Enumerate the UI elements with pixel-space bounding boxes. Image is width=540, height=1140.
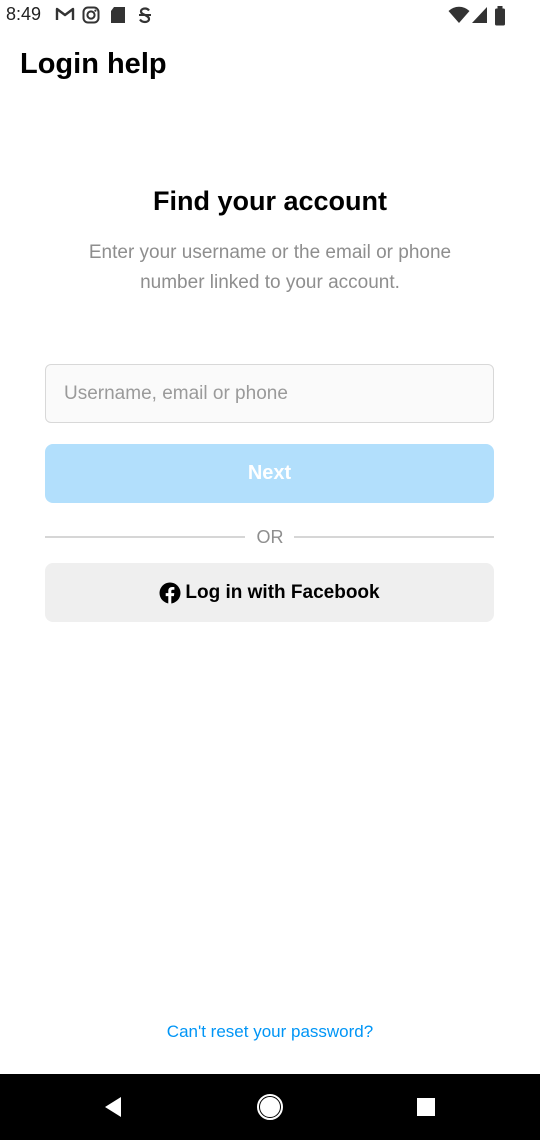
status-bar: 8:49 xyxy=(0,0,540,32)
facebook-button-label: Log in with Facebook xyxy=(185,581,380,603)
battery-icon xyxy=(494,6,506,31)
wifi-icon xyxy=(448,6,470,29)
username-email-phone-input[interactable] xyxy=(46,365,493,422)
facebook-icon xyxy=(159,582,181,604)
sd-card-icon xyxy=(110,6,126,29)
page-title: Login help xyxy=(20,48,167,80)
facebook-login-button[interactable]: Log in with Facebook xyxy=(45,563,494,622)
username-field-container xyxy=(45,364,494,423)
store-icon xyxy=(137,6,153,29)
gmail-icon xyxy=(55,6,75,27)
cant-reset-password-link[interactable]: Can't reset your password? xyxy=(0,1022,540,1042)
divider-line-left xyxy=(45,536,245,538)
status-time: 8:49 xyxy=(6,4,42,24)
recents-icon[interactable] xyxy=(386,1074,466,1140)
next-button[interactable]: Next xyxy=(45,444,494,503)
find-account-heading: Find your account xyxy=(152,186,387,216)
or-divider: OR xyxy=(256,527,284,547)
home-icon[interactable] xyxy=(230,1074,310,1140)
cell-signal-icon xyxy=(472,6,488,29)
back-icon[interactable] xyxy=(73,1074,153,1140)
divider-line-right xyxy=(294,536,494,538)
instagram-icon xyxy=(82,6,100,29)
system-nav-bar xyxy=(0,1074,540,1140)
instructions-text: Enter your username or the email or phon… xyxy=(88,242,452,293)
